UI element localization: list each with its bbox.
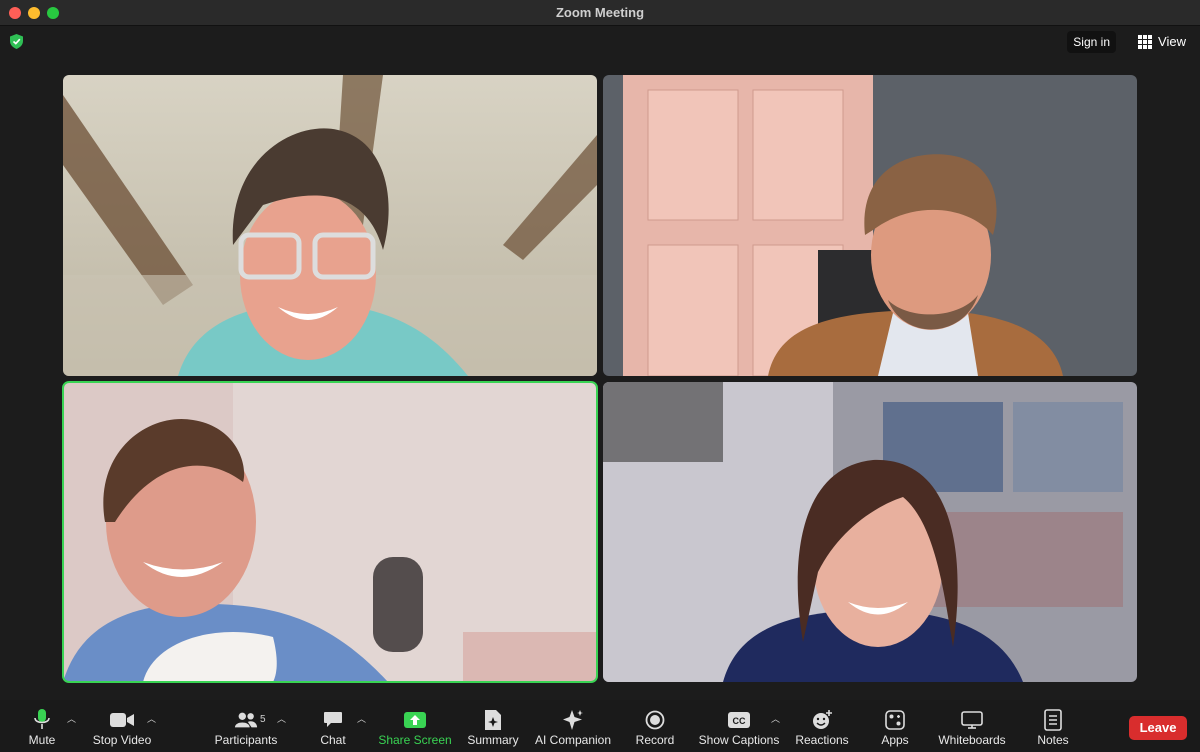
summary-button[interactable]: Summary <box>467 700 519 752</box>
window-title: Zoom Meeting <box>555 5 645 20</box>
ai-companion-button[interactable]: AI Companion <box>534 700 612 752</box>
window-titlebar: Zoom Meeting <box>0 0 1200 26</box>
participants-button[interactable]: Participants <box>214 700 278 752</box>
share-screen-icon <box>403 710 427 730</box>
notes-button[interactable]: Notes <box>1033 700 1073 752</box>
stop-video-button[interactable]: Stop Video <box>90 700 154 752</box>
reactions-button[interactable]: Reactions <box>795 700 849 752</box>
svg-text:CC: CC <box>733 716 746 726</box>
ai-sparkle-icon <box>561 710 585 730</box>
chat-label: Chat <box>320 733 346 747</box>
apps-icon <box>883 710 907 730</box>
captions-options-chevron-icon[interactable]: ︿ <box>771 712 780 724</box>
chat-button[interactable]: Chat <box>315 700 351 752</box>
chat-options-chevron-icon[interactable]: ︿ <box>357 712 366 724</box>
share-screen-button[interactable]: Share Screen <box>378 700 452 752</box>
record-icon <box>643 710 667 730</box>
participants-label: Participants <box>214 733 278 747</box>
whiteboards-button[interactable]: Whiteboards <box>937 700 1007 752</box>
meeting-toolbar: Mute ︿ Stop Video ︿ Participants 5 ︿ Cha… <box>0 700 1200 752</box>
video-tile-1[interactable] <box>63 75 597 376</box>
participant-video-1 <box>63 75 597 376</box>
whiteboard-icon <box>960 710 984 730</box>
apps-button[interactable]: Apps <box>878 700 912 752</box>
video-camera-icon <box>110 710 134 730</box>
stop-video-label: Stop Video <box>92 733 152 747</box>
ai-companion-label: AI Companion <box>534 733 612 747</box>
summary-label: Summary <box>467 733 519 747</box>
participant-video-4 <box>603 382 1137 682</box>
participants-icon <box>234 710 258 730</box>
reactions-label: Reactions <box>795 733 849 747</box>
show-captions-button[interactable]: CC Show Captions <box>698 700 780 752</box>
video-tile-4[interactable] <box>603 382 1137 682</box>
notes-label: Notes <box>1037 733 1069 747</box>
sign-in-button[interactable]: Sign in <box>1067 31 1116 53</box>
video-tile-2[interactable] <box>603 75 1137 376</box>
apps-label: Apps <box>881 733 909 747</box>
participant-video-3 <box>63 382 597 682</box>
view-label: View <box>1158 34 1186 49</box>
view-button[interactable]: View <box>1138 31 1186 53</box>
record-label: Record <box>635 733 675 747</box>
grid-view-icon <box>1138 35 1153 49</box>
leave-button[interactable]: Leave <box>1129 716 1187 740</box>
participant-video-2 <box>603 75 1137 376</box>
audio-options-chevron-icon[interactable]: ︿ <box>67 712 76 724</box>
notes-icon <box>1041 709 1065 731</box>
share-screen-label: Share Screen <box>378 733 452 747</box>
participants-options-chevron-icon[interactable]: ︿ <box>277 712 286 724</box>
record-button[interactable]: Record <box>633 700 677 752</box>
mute-label: Mute <box>28 733 56 747</box>
security-shield-icon[interactable] <box>10 34 23 49</box>
video-tile-3-active-speaker[interactable] <box>62 381 598 683</box>
participants-count: 5 <box>260 714 266 725</box>
video-options-chevron-icon[interactable]: ︿ <box>147 712 156 724</box>
document-sparkle-icon <box>481 710 505 730</box>
microphone-icon <box>30 709 54 730</box>
mute-button[interactable]: Mute <box>22 700 62 752</box>
closed-captions-icon: CC <box>727 710 751 730</box>
emoji-plus-icon <box>810 710 834 730</box>
show-captions-label: Show Captions <box>698 733 780 747</box>
whiteboards-label: Whiteboards <box>938 733 1006 747</box>
chat-bubble-icon <box>321 710 345 730</box>
